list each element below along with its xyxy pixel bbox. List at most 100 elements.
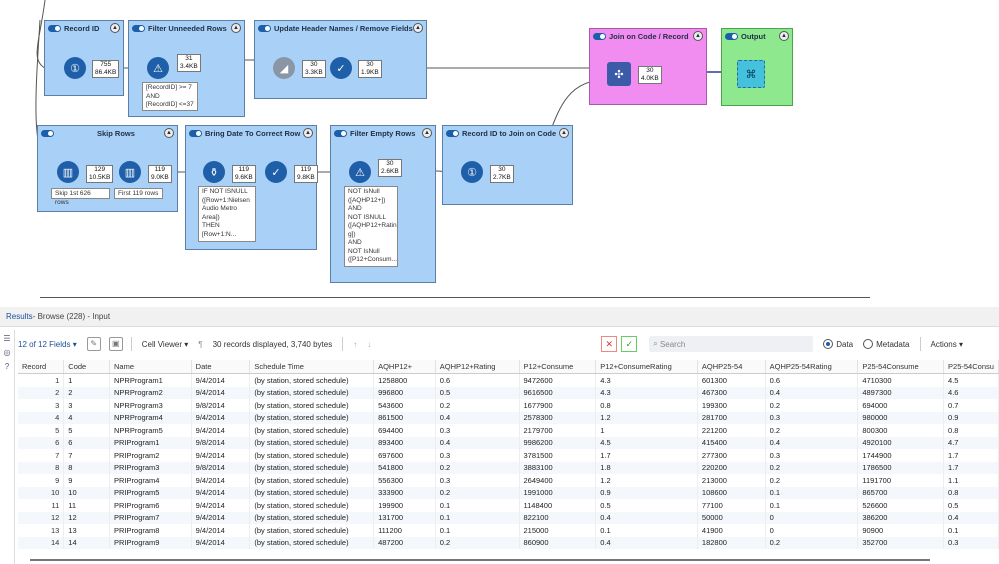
table-cell[interactable]: (by station, stored schedule)	[249, 373, 375, 387]
collapse-icon[interactable]: ▲	[779, 31, 789, 41]
table-row[interactable]: 13 13 PRIProgram8 9/4/2014 (by station, stor…	[18, 524, 999, 537]
table-cell[interactable]: 221200	[697, 424, 766, 437]
table-cell[interactable]: (by station, stored schedule)	[249, 436, 375, 449]
table-cell[interactable]: PRIProgram4	[109, 474, 192, 487]
table-cell[interactable]: 467300	[697, 386, 766, 399]
toggle-icon[interactable]	[725, 32, 738, 40]
table-cell[interactable]: 281700	[697, 411, 766, 424]
apply-filter-icon[interactable]: ✓	[621, 336, 638, 352]
column-header[interactable]: AQHP12+	[373, 360, 436, 374]
table-cell[interactable]: 3	[63, 399, 111, 412]
table-cell[interactable]: 6	[18, 436, 65, 449]
table-cell[interactable]: 4.7	[943, 436, 999, 449]
toggle-icon[interactable]	[593, 32, 606, 40]
table-cell[interactable]: 215000	[519, 524, 597, 537]
table-cell[interactable]: 9616500	[519, 386, 597, 399]
table-row[interactable]: 2 2 NPRProgram2 9/4/2014 (by station, stored…	[18, 386, 999, 399]
collapse-icon[interactable]: ▲	[231, 23, 241, 33]
table-cell[interactable]: 9/8/2014	[191, 399, 251, 412]
table-cell[interactable]: 9/4/2014	[191, 524, 251, 537]
table-cell[interactable]: 893400	[373, 436, 436, 449]
panel-splitter[interactable]	[0, 296, 999, 299]
table-cell[interactable]: 0.6	[765, 373, 859, 387]
table-cell[interactable]: 0.3	[943, 536, 999, 549]
actions-dropdown[interactable]: Actions ▾	[931, 340, 963, 349]
table-row[interactable]: 8 8 PRIProgram3 9/8/2014 (by station, stored…	[18, 461, 999, 474]
table-cell[interactable]: 4920100	[857, 436, 945, 449]
binoculars-icon[interactable]: ◎	[2, 348, 12, 358]
table-cell[interactable]: PRIProgram3	[109, 461, 192, 474]
table-cell[interactable]: 111200	[373, 524, 436, 537]
table-cell[interactable]: 0.1	[595, 524, 698, 537]
column-header[interactable]: AQHP25-54	[697, 360, 766, 374]
table-cell[interactable]: 0.4	[435, 436, 520, 449]
table-cell[interactable]: 0.9	[595, 486, 698, 499]
table-cell[interactable]: 1786500	[857, 461, 945, 474]
column-header[interactable]: Name	[109, 360, 192, 374]
table-cell[interactable]: 1.7	[595, 449, 698, 462]
column-header[interactable]: Record	[18, 360, 65, 374]
table-cell[interactable]: 0.2	[765, 424, 859, 437]
table-cell[interactable]: 865700	[857, 486, 945, 499]
table-cell[interactable]: 4.3	[595, 386, 698, 399]
table-cell[interactable]: 14	[18, 536, 65, 549]
table-cell[interactable]: 0.2	[435, 486, 520, 499]
table-cell[interactable]: 543600	[373, 399, 436, 412]
metadata-radio[interactable]	[863, 339, 874, 349]
horizontal-scrollbar[interactable]	[30, 559, 930, 561]
table-cell[interactable]: 0.3	[435, 424, 520, 437]
table-cell[interactable]: 4.6	[943, 386, 999, 399]
table-cell[interactable]: 11	[18, 499, 65, 512]
table-cell[interactable]: 2	[18, 386, 65, 399]
table-cell[interactable]: 4.5	[595, 436, 698, 449]
table-cell[interactable]: 980000	[857, 411, 945, 424]
table-cell[interactable]: 7	[18, 449, 65, 462]
table-cell[interactable]: 9/4/2014	[191, 373, 251, 387]
table-cell[interactable]: 3781500	[519, 449, 597, 462]
table-cell[interactable]: 9/4/2014	[191, 386, 251, 399]
table-cell[interactable]: 10	[63, 486, 111, 499]
toggle-icon[interactable]	[189, 129, 202, 137]
table-cell[interactable]: 41900	[697, 524, 766, 537]
table-cell[interactable]: 9	[18, 474, 65, 487]
table-cell[interactable]: PRIProgram8	[109, 524, 192, 537]
column-header[interactable]: Schedule Time	[249, 360, 375, 374]
join-tool-icon[interactable]: ✣	[607, 62, 631, 86]
collapse-icon[interactable]: ▲	[559, 128, 569, 138]
filter-tool-icon[interactable]: ⚠	[349, 161, 371, 183]
table-cell[interactable]: 0.1	[435, 511, 520, 524]
select-tool-icon[interactable]: ✓	[265, 161, 287, 183]
collapse-icon[interactable]: ▲	[422, 128, 432, 138]
table-cell[interactable]: 0.3	[435, 449, 520, 462]
column-header[interactable]: P12+ConsumeRating	[595, 360, 698, 374]
table-cell[interactable]: (by station, stored schedule)	[249, 399, 375, 412]
table-cell[interactable]: 4710300	[857, 373, 945, 387]
table-cell[interactable]: 0.2	[765, 474, 859, 487]
table-cell[interactable]: 822100	[519, 511, 597, 524]
table-cell[interactable]: 12	[18, 511, 65, 524]
table-cell[interactable]: 11	[63, 499, 111, 512]
column-header[interactable]: Code	[63, 360, 111, 374]
table-cell[interactable]: 0.2	[435, 399, 520, 412]
table-cell[interactable]: 1744900	[857, 449, 945, 462]
multi-row-formula-icon[interactable]: ⚱	[203, 161, 225, 183]
table-cell[interactable]: 220200	[697, 461, 766, 474]
container-record-id[interactable]: Record ID ▲	[44, 20, 124, 96]
table-cell[interactable]: 996800	[373, 386, 436, 399]
toggle-icon[interactable]	[446, 129, 459, 137]
collapse-icon[interactable]: ▲	[164, 128, 174, 138]
table-cell[interactable]: 0.2	[435, 536, 520, 549]
table-cell[interactable]: PRIProgram2	[109, 449, 192, 462]
table-cell[interactable]: 541800	[373, 461, 436, 474]
select-icon[interactable]: ▣	[108, 337, 123, 351]
table-cell[interactable]: 0.8	[943, 486, 999, 499]
column-header[interactable]: AQHP12+Rating	[435, 360, 520, 374]
table-cell[interactable]: 0.1	[435, 499, 520, 512]
table-cell[interactable]: 8	[63, 461, 111, 474]
table-cell[interactable]: 12	[63, 511, 111, 524]
table-cell[interactable]: 2649400	[519, 474, 597, 487]
table-row[interactable]: 1 1 NPRProgram1 9/4/2014 (by station, stored…	[18, 373, 999, 387]
table-cell[interactable]: 0.1	[765, 486, 859, 499]
table-cell[interactable]: (by station, stored schedule)	[249, 511, 375, 524]
table-cell[interactable]: 199900	[373, 499, 436, 512]
